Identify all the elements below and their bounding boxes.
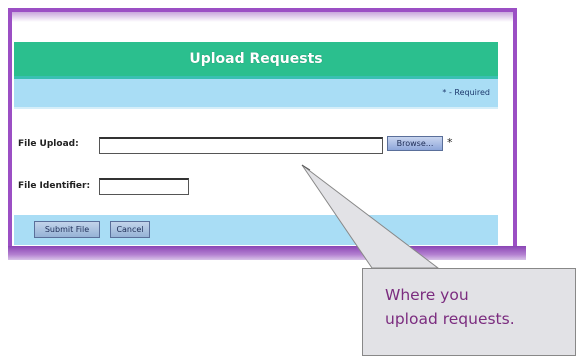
callout-line-2: upload requests.	[385, 310, 515, 328]
callout-box: Where you upload requests.	[362, 268, 576, 356]
callout-text: Where you upload requests.	[385, 283, 575, 331]
callout-line-1: Where you	[385, 286, 469, 304]
